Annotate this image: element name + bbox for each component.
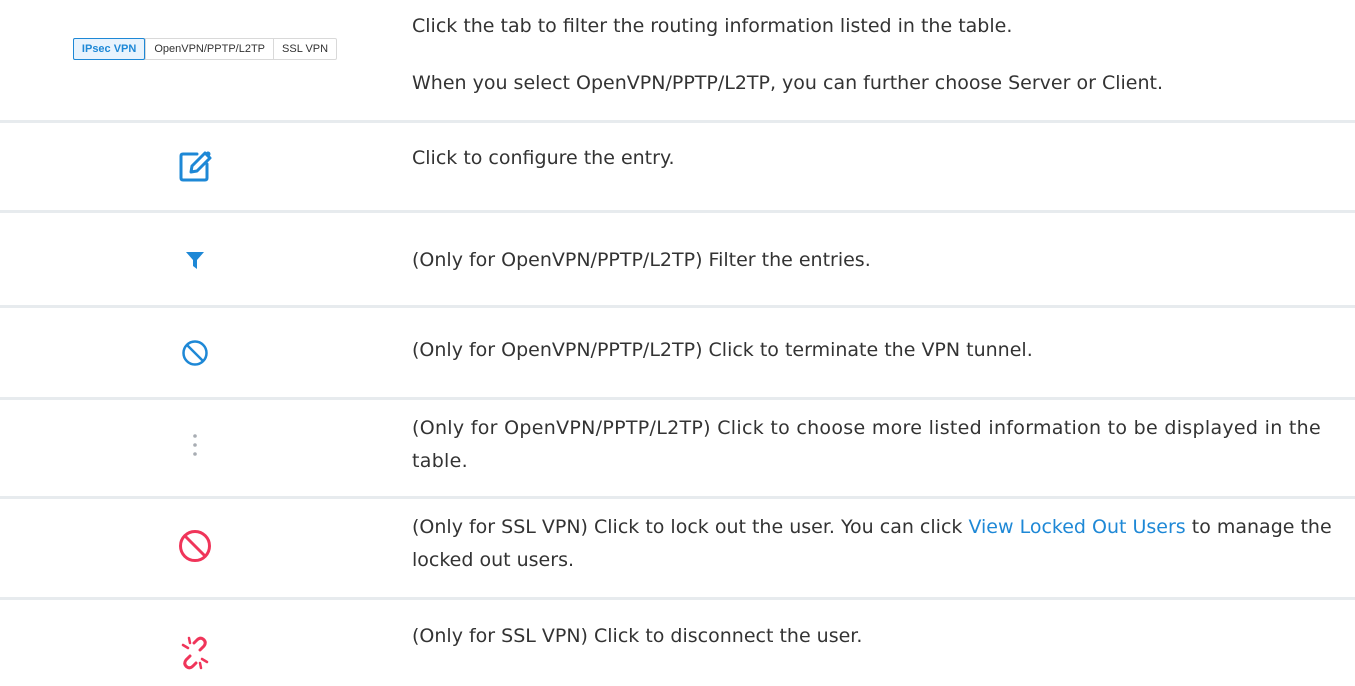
icon-cell <box>0 148 390 184</box>
row-description: (Only for SSL VPN) Click to lock out the… <box>412 511 1342 577</box>
table-row: (Only for OpenVPN/PPTP/L2TP) Filter the … <box>0 213 1355 305</box>
row-description: (Only for OpenVPN/PPTP/L2TP) Click to ch… <box>412 417 1321 472</box>
icon-cell <box>0 433 390 459</box>
description-line: When you select OpenVPN/PPTP/L2TP, you c… <box>412 72 1163 94</box>
row-description: (Only for SSL VPN) Click to disconnect t… <box>412 625 863 647</box>
table-row: (Only for OpenVPN/PPTP/L2TP) Click to te… <box>0 308 1355 397</box>
table-row: (Only for SSL VPN) Click to disconnect t… <box>0 600 1355 686</box>
description-text: (Only for SSL VPN) Click to lock out the… <box>412 516 969 538</box>
description-line: Click the tab to filter the routing info… <box>412 15 1013 37</box>
icon-cell: IPsec VPN OpenVPN/PPTP/L2TP SSL VPN <box>0 0 390 120</box>
table-row: (Only for SSL VPN) Click to lock out the… <box>0 499 1355 597</box>
icon-cell <box>0 528 390 564</box>
tab-ssl-vpn[interactable]: SSL VPN <box>273 39 336 59</box>
table-row: IPsec VPN OpenVPN/PPTP/L2TP SSL VPN Clic… <box>0 0 1355 120</box>
icon-cell <box>0 636 390 670</box>
table-row: Click to configure the entry. <box>0 123 1355 210</box>
row-description: (Only for OpenVPN/PPTP/L2TP) Filter the … <box>412 249 871 271</box>
row-description: Click to configure the entry. <box>412 147 675 169</box>
disconnect-icon[interactable] <box>180 636 210 670</box>
vpn-type-tabs: IPsec VPN OpenVPN/PPTP/L2TP SSL VPN <box>72 38 338 60</box>
tab-ipsec-vpn[interactable]: IPsec VPN <box>72 38 146 60</box>
edit-icon[interactable] <box>177 148 213 184</box>
icon-cell <box>0 339 390 367</box>
icon-description-table: IPsec VPN OpenVPN/PPTP/L2TP SSL VPN Clic… <box>0 0 1355 686</box>
lockout-icon[interactable] <box>177 528 213 564</box>
icon-cell <box>0 249 390 271</box>
view-locked-out-users-link[interactable]: View Locked Out Users <box>968 516 1185 538</box>
more-options-icon[interactable] <box>192 433 198 459</box>
row-description: (Only for OpenVPN/PPTP/L2TP) Click to te… <box>412 339 1033 361</box>
row-description: Click the tab to filter the routing info… <box>412 10 1342 100</box>
tab-openvpn-pptp-l2tp[interactable]: OpenVPN/PPTP/L2TP <box>145 39 273 59</box>
terminate-icon[interactable] <box>181 339 209 367</box>
table-row: (Only for OpenVPN/PPTP/L2TP) Click to ch… <box>0 400 1355 496</box>
filter-icon[interactable] <box>184 249 206 271</box>
